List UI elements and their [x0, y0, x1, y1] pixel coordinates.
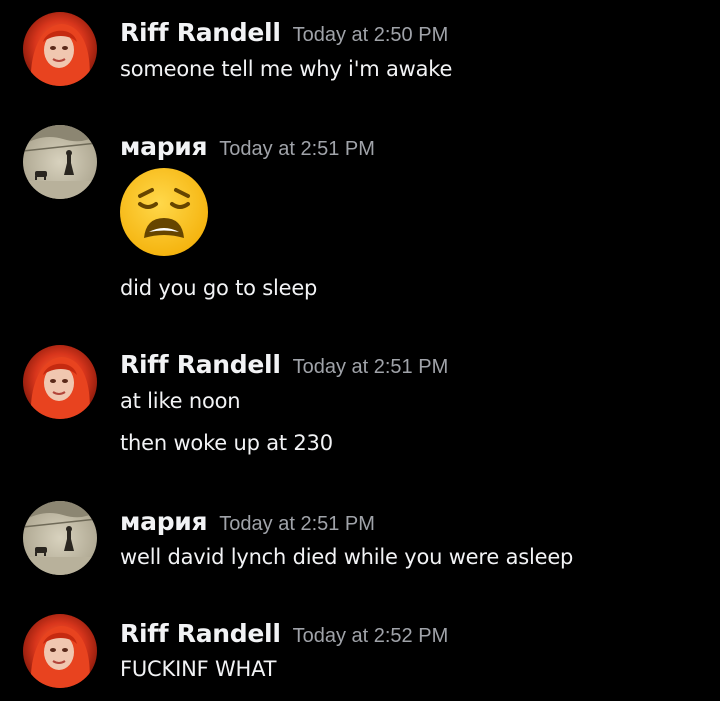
username[interactable]: Riff Randell [120, 18, 281, 47]
message-header: Riff Randell Today at 2:51 PM [120, 350, 448, 379]
message-text: FUCKINF WHAT [120, 657, 277, 681]
user-avatar[interactable] [23, 125, 97, 199]
red-hair-avatar-icon [23, 345, 97, 419]
message-text: did you go to sleep [120, 276, 318, 300]
user-avatar[interactable] [23, 345, 97, 419]
message-header: мария Today at 2:51 PM [120, 507, 375, 536]
timestamp: Today at 2:50 PM [292, 24, 449, 46]
message-text: then woke up at 230 [120, 431, 333, 455]
timestamp: Today at 2:51 PM [219, 513, 375, 535]
timestamp: Today at 2:51 PM [292, 356, 449, 378]
timestamp: Today at 2:52 PM [292, 625, 449, 647]
message-header: Riff Randell Today at 2:50 PM [120, 18, 448, 47]
username[interactable]: мария [120, 507, 208, 536]
message-header: Riff Randell Today at 2:52 PM [120, 619, 448, 648]
sepia-landscape-avatar-icon [23, 501, 97, 575]
user-avatar[interactable] [23, 12, 97, 86]
weary-face-emoji-icon [120, 168, 208, 256]
message-text: at like noon [120, 389, 241, 413]
message-text: someone tell me why i'm awake [120, 57, 453, 81]
user-avatar[interactable] [23, 501, 97, 575]
weary-face-emoji[interactable] [118, 166, 210, 258]
username[interactable]: Riff Randell [120, 619, 281, 648]
red-hair-avatar-icon [23, 12, 97, 86]
user-avatar[interactable] [23, 614, 97, 688]
message-text: well david lynch died while you were asl… [120, 545, 574, 569]
message-header: мария Today at 2:51 PM [120, 132, 375, 161]
username[interactable]: мария [120, 132, 208, 161]
timestamp: Today at 2:51 PM [219, 138, 375, 160]
red-hair-avatar-icon [23, 614, 97, 688]
username[interactable]: Riff Randell [120, 350, 281, 379]
sepia-landscape-avatar-icon [23, 125, 97, 199]
